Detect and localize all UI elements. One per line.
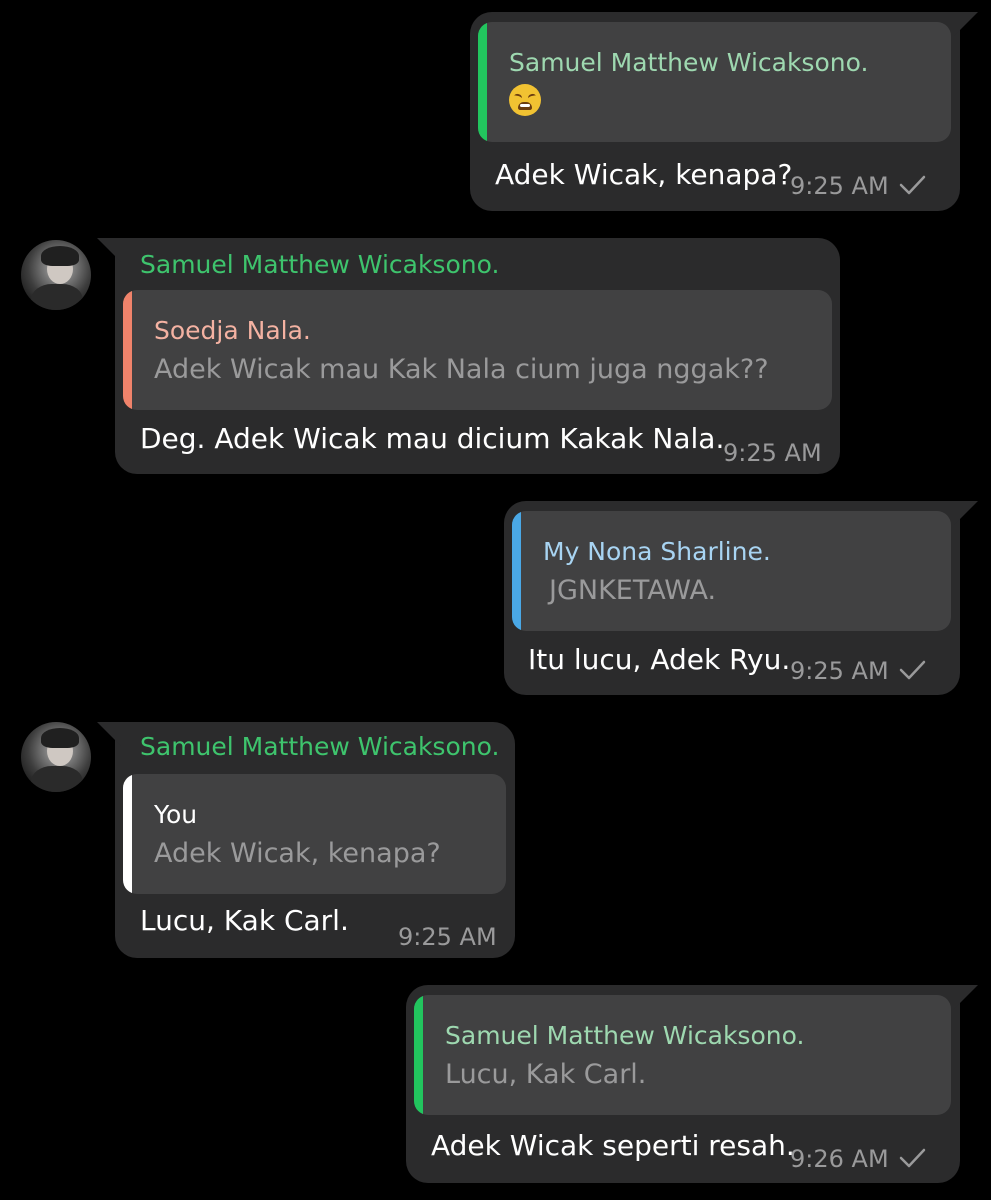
quote-author: Samuel Matthew Wicaksono. <box>445 1021 805 1050</box>
single-check-icon <box>899 175 926 195</box>
quote-bar <box>123 290 132 410</box>
message-time: 9:25 AM <box>723 439 822 467</box>
quote-text: Adek Wicak, kenapa? <box>154 838 441 869</box>
contact-avatar[interactable] <box>21 240 91 310</box>
single-check-icon <box>899 1148 926 1168</box>
quote-author: You <box>154 800 198 829</box>
bubble-tail <box>97 238 121 262</box>
reply-quote[interactable]: My Nona Sharline. JGNKETAWA. <box>512 511 951 631</box>
message-text: Lucu, Kak Carl. <box>140 904 349 937</box>
reply-quote[interactable]: You Adek Wicak, kenapa? <box>123 774 506 894</box>
quote-text: JGNKETAWA. <box>549 575 717 606</box>
message-bubble-outgoing[interactable]: Samuel Matthew Wicaksono. Adek Wicak, ke… <box>470 12 978 211</box>
sender-name: Samuel Matthew Wicaksono. <box>140 250 500 279</box>
message-bubble-incoming[interactable]: Samuel Matthew Wicaksono. Soedja Nala. A… <box>97 238 840 474</box>
quote-text: Lucu, Kak Carl. <box>445 1059 647 1090</box>
reply-quote[interactable]: Samuel Matthew Wicaksono. <box>478 22 951 142</box>
quote-author: My Nona Sharline. <box>543 537 771 566</box>
message-time: 9:25 AM <box>790 657 889 685</box>
quote-text: Adek Wicak mau Kak Nala cium juga nggak?… <box>154 354 769 385</box>
message-time: 9:26 AM <box>790 1145 889 1173</box>
message-bubble-incoming[interactable]: Samuel Matthew Wicaksono. You Adek Wicak… <box>97 722 515 958</box>
contact-avatar[interactable] <box>21 722 91 792</box>
message-text: Adek Wicak, kenapa? <box>495 158 793 191</box>
message-time: 9:25 AM <box>790 172 889 200</box>
message-bubble-outgoing[interactable]: My Nona Sharline. JGNKETAWA. Itu lucu, A… <box>504 501 978 695</box>
message-text: Itu lucu, Adek Ryu. <box>528 643 791 676</box>
message-bubble-outgoing[interactable]: Samuel Matthew Wicaksono. Lucu, Kak Carl… <box>406 985 978 1183</box>
bubble-tail <box>97 722 121 746</box>
message-time: 9:25 AM <box>398 923 497 951</box>
single-check-icon <box>899 660 926 680</box>
quote-bar <box>414 995 423 1115</box>
message-text: Adek Wicak seperti resah. <box>431 1129 795 1162</box>
reply-quote[interactable]: Soedja Nala. Adek Wicak mau Kak Nala ciu… <box>123 290 832 410</box>
bubble-tail <box>954 501 978 525</box>
bubble-tail <box>954 985 978 1009</box>
message-text: Deg. Adek Wicak mau dicium Kakak Nala. <box>140 422 725 455</box>
quote-author: Soedja Nala. <box>154 316 311 345</box>
weary-face-emoji <box>509 84 541 116</box>
bubble-tail <box>954 12 978 36</box>
quote-bar <box>478 22 487 142</box>
quote-bar <box>512 511 521 631</box>
reply-quote[interactable]: Samuel Matthew Wicaksono. Lucu, Kak Carl… <box>414 995 951 1115</box>
quote-author: Samuel Matthew Wicaksono. <box>509 48 869 77</box>
quote-bar <box>123 774 132 894</box>
sender-name: Samuel Matthew Wicaksono. <box>140 732 500 761</box>
